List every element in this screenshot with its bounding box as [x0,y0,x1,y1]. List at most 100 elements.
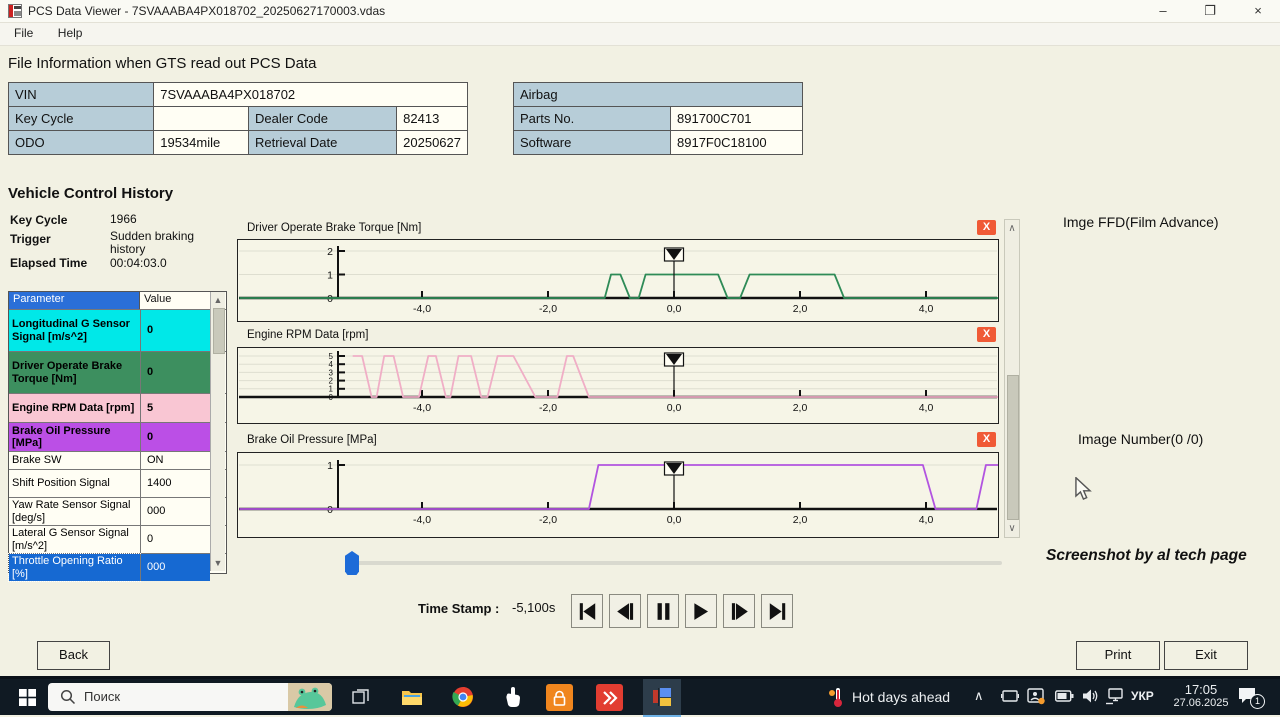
parameter-table-scrollbar[interactable]: ▲ ▼ [210,292,225,571]
svg-text:-4,0: -4,0 [413,514,431,526]
skip-start-icon [578,602,597,621]
parameter-table-header: Parameter Value [9,292,226,309]
pause-icon [654,602,673,621]
param-label: Brake Oil Pressure [MPa] [9,423,140,451]
charts-scrollbar-thumb[interactable] [1007,375,1019,520]
tray-time: 17:05 [1168,682,1234,697]
tray-display-icon[interactable] [1001,689,1019,705]
param-value: 0 [140,526,210,553]
svg-text:2,0: 2,0 [793,402,808,414]
language-indicator[interactable]: УКР [1131,689,1154,703]
time-stamp-label: Time Stamp : [418,601,499,616]
param-label: Engine RPM Data [rpm] [9,394,140,422]
pause-button[interactable] [647,594,679,628]
param-row[interactable]: Longitudinal G Sensor Signal [m/s^2]0 [9,309,226,351]
pcs-viewer-taskbar-button[interactable] [643,679,681,717]
param-row[interactable]: Brake Oil Pressure [MPa]0 [9,422,226,451]
param-value: 5 [140,394,210,422]
param-row[interactable]: Brake SWON [9,451,226,469]
search-box[interactable]: Поиск [48,683,332,711]
file-info-table: VIN 7SVAAABA4PX018702 Key Cycle Dealer C… [8,82,468,155]
parameter-rows: Longitudinal G Sensor Signal [m/s^2]0Dri… [9,309,226,581]
chart3-plot: 01-4,0-2,00,02,04,0 [237,452,999,538]
vin-label: VIN [9,83,154,107]
param-value: 0 [140,352,210,393]
play-button[interactable] [685,594,717,628]
tray-chevron-icon[interactable]: ∧ [974,688,984,704]
step-forward-icon [730,602,749,621]
svg-text:-4,0: -4,0 [413,402,431,414]
vin-value: 7SVAAABA4PX018702 [154,83,468,107]
orange-app-button[interactable] [546,684,573,711]
transport-buttons [571,594,793,628]
tray-account-icon[interactable] [1027,688,1045,705]
value-column-header[interactable]: Value [140,292,210,309]
time-stamp-value: -5,100s [512,600,555,615]
notification-center-button[interactable]: 1 [1238,686,1266,710]
red-app-button[interactable] [596,684,623,711]
play-icon [692,602,711,621]
notification-badge: 1 [1250,694,1265,709]
step-forward-button[interactable] [723,594,755,628]
file-explorer-button[interactable] [395,679,429,715]
close-button[interactable]: × [1241,0,1275,22]
menu-file[interactable]: File [4,23,43,43]
param-row[interactable]: Throttle Opening Ratio [%]000 [9,553,226,581]
image-number-label: Image Number(0 /0) [1078,431,1203,447]
weather-widget[interactable] [822,679,850,715]
time-slider-track[interactable] [352,561,1002,565]
param-row[interactable]: Engine RPM Data [rpm]5 [9,393,226,422]
image-ffd-label: Imge FFD(Film Advance) [1063,214,1219,230]
skip-end-button[interactable] [761,594,793,628]
menu-help[interactable]: Help [48,23,93,43]
time-slider-thumb[interactable] [345,551,359,575]
param-row[interactable]: Lateral G Sensor Signal [m/s^2]0 [9,525,226,553]
svg-text:2: 2 [327,246,333,258]
history-elapsed-label: Elapsed Time [10,256,87,270]
step-back-icon [616,602,635,621]
param-row[interactable]: Yaw Rate Sensor Signal [deg/s]000 [9,497,226,525]
tray-clock[interactable]: 17:05 27.06.2025 [1168,682,1234,709]
skip-start-button[interactable] [571,594,603,628]
chart3-close-button[interactable]: X [977,432,996,447]
param-label: Brake SW [9,452,140,469]
chart2-close-button[interactable]: X [977,327,996,342]
windows-logo-icon [19,689,36,706]
tray-volume-icon[interactable] [1082,688,1100,704]
exit-button[interactable]: Exit [1164,641,1248,670]
tray-network-icon[interactable] [1105,688,1125,705]
start-button[interactable] [8,679,46,715]
task-view-icon [352,688,370,706]
charts-scroll-down-icon[interactable]: ∨ [1005,523,1019,534]
svg-text:1: 1 [329,385,334,394]
task-view-button[interactable] [344,679,378,715]
svg-text:4,0: 4,0 [919,402,934,414]
scroll-down-icon[interactable]: ▼ [211,558,225,568]
charts-scrollbar[interactable]: ∧ ∨ [1004,219,1020,538]
scrollbar-thumb[interactable] [213,308,225,354]
weather-text[interactable]: Hot days ahead [852,689,950,705]
history-key-cycle-label: Key Cycle [10,213,67,227]
search-highlight-frog-image[interactable] [288,683,332,711]
back-button[interactable]: Back [37,641,110,670]
tray-date: 27.06.2025 [1168,697,1234,709]
step-back-button[interactable] [609,594,641,628]
pcs-viewer-app-icon [651,687,673,707]
hand-pointer-button[interactable] [496,679,530,715]
dealer-code-value: 82413 [397,107,468,131]
print-button[interactable]: Print [1076,641,1160,670]
param-value: ON [140,452,210,469]
svg-text:4: 4 [329,360,334,369]
chart1-close-button[interactable]: X [977,220,996,235]
parameter-column-header[interactable]: Parameter [9,292,140,309]
param-row[interactable]: Shift Position Signal1400 [9,469,226,497]
scroll-up-icon[interactable]: ▲ [211,295,225,305]
hand-pointer-icon [503,686,523,708]
minimize-button[interactable]: – [1146,0,1180,22]
param-row[interactable]: Driver Operate Brake Torque [Nm]0 [9,351,226,393]
chrome-button[interactable] [446,679,480,715]
charts-scroll-up-icon[interactable]: ∧ [1005,223,1019,234]
restore-button[interactable]: ❐ [1193,0,1227,22]
param-label: Shift Position Signal [9,470,140,497]
tray-battery-icon[interactable] [1055,690,1074,702]
